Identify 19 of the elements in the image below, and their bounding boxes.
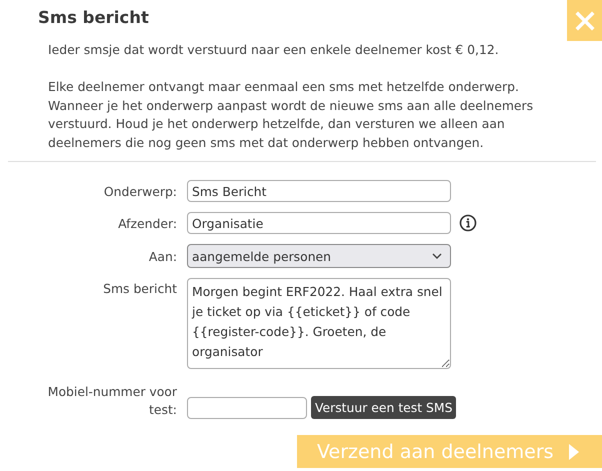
test-sms-button[interactable]: Verstuur een test SMS [311, 396, 456, 419]
field-label: Aan: [148, 248, 177, 264]
text-field[interactable]: Organisatie [187, 212, 451, 234]
close-button[interactable] [567, 0, 602, 41]
play-icon [568, 442, 580, 460]
field-label: Mobiel-nummer voor test: [46, 383, 177, 419]
field-label: Afzender: [117, 216, 177, 230]
intro-paragraph: Ieder smsje dat wordt verstuurd naar een enkele deelnemer kost € 0,12. [48, 41, 500, 59]
message-textarea[interactable]: Morgen begint ERF2022. Haal extra snel je ticket op via {{eticket}} of code {{register-code}}. Groeten, de organisator [187, 278, 451, 369]
text-field[interactable]: Sms Bericht [187, 180, 451, 202]
field-label: Onderwerp: [102, 184, 177, 198]
close-icon [574, 10, 594, 30]
phone-field[interactable] [187, 397, 307, 419]
chevron-down-icon [432, 253, 442, 259]
field-label: Sms bericht [102, 280, 177, 296]
intro-paragraph: Elke deelnemer ontvangt maar eenmaal een sms met hetzelfde onderwerp. Wanneer je het onderwerp aanpast wordt de nieuwe sms aan alle deelnemers verstuurd. Houd je het onderwerp hetzelfde, dan versturen we alleen aan deelnemers die nog geen sms met dat onderwerp hebben ontvangen. [48, 78, 534, 152]
info-icon[interactable] [459, 214, 477, 232]
dialog-title: Sms bericht [38, 8, 149, 27]
select-dropdown[interactable]: aangemelde personen [187, 244, 451, 268]
